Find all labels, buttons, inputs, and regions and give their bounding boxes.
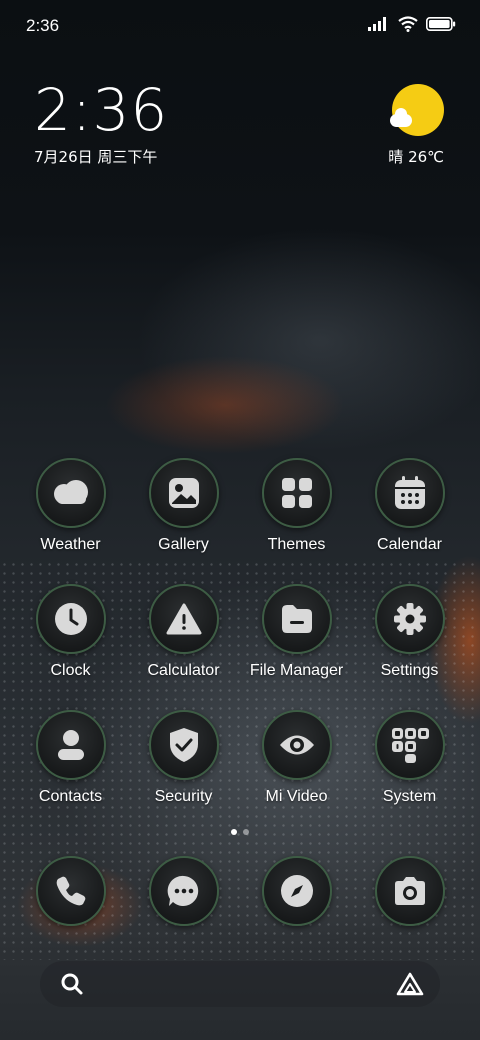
app-security[interactable]: Security xyxy=(127,710,240,806)
page-dot xyxy=(243,829,249,835)
signal-icon xyxy=(368,17,386,31)
dock-phone[interactable] xyxy=(14,856,127,926)
app-weather[interactable]: Weather xyxy=(14,458,127,554)
camera-icon xyxy=(374,856,445,926)
phone-icon xyxy=(35,856,106,926)
app-calendar[interactable]: Calendar xyxy=(353,458,466,554)
app-label: Clock xyxy=(50,662,91,679)
folder-icon xyxy=(261,584,332,654)
app-label: System xyxy=(382,788,437,805)
wifi-icon xyxy=(398,16,418,32)
weather-widget[interactable]: 晴 26℃ xyxy=(364,84,444,167)
shield-check-icon xyxy=(148,710,219,780)
clock-icon xyxy=(35,584,106,654)
system-folder-icon xyxy=(374,710,445,780)
themes-grid-icon xyxy=(261,458,332,528)
status-icons xyxy=(368,16,456,32)
calculator-warning-icon xyxy=(148,584,219,654)
app-calculator[interactable]: Calculator xyxy=(127,584,240,680)
app-system-folder[interactable]: System xyxy=(353,710,466,806)
search-bar[interactable] xyxy=(40,961,440,1007)
app-label: File Manager xyxy=(249,662,344,679)
search-icon xyxy=(61,973,83,995)
status-time: 2:36 xyxy=(26,16,60,35)
app-label: Themes xyxy=(267,536,326,553)
status-bar: 2:36 xyxy=(0,0,480,52)
app-label: Calendar xyxy=(377,536,442,553)
weather-summary: 晴 26℃ xyxy=(388,148,444,166)
app-label: Calculator xyxy=(147,662,220,679)
clock-widget[interactable]: 2:36 7月26日 周三下午 xyxy=(34,80,168,167)
widget-time: 2:36 xyxy=(34,76,169,144)
battery-icon xyxy=(426,17,456,31)
dock-messages[interactable] xyxy=(127,856,240,926)
app-label: Contacts xyxy=(38,788,103,805)
app-label: Mi Video xyxy=(265,788,328,805)
page-indicator xyxy=(0,829,480,835)
messages-icon xyxy=(148,856,219,926)
compass-browser-icon xyxy=(261,856,332,926)
app-settings[interactable]: Settings xyxy=(353,584,466,680)
app-label: Gallery xyxy=(158,536,209,553)
app-contacts[interactable]: Contacts xyxy=(14,710,127,806)
eye-icon xyxy=(261,710,332,780)
app-label: Weather xyxy=(40,536,101,553)
page-dot-active xyxy=(231,829,237,835)
widget-date: 7月26日 周三下午 xyxy=(34,148,158,166)
dock-browser[interactable] xyxy=(240,856,353,926)
app-mi-video[interactable]: Mi Video xyxy=(240,710,353,806)
assistant-icon[interactable] xyxy=(396,972,424,996)
app-label: Security xyxy=(154,788,213,805)
contact-person-icon xyxy=(35,710,106,780)
dock-camera[interactable] xyxy=(353,856,466,926)
weather-cloud-icon xyxy=(35,458,106,528)
app-file-manager[interactable]: File Manager xyxy=(240,584,353,680)
app-label: Settings xyxy=(380,662,439,679)
app-clock[interactable]: Clock xyxy=(14,584,127,680)
calendar-icon xyxy=(374,458,445,528)
gallery-icon xyxy=(148,458,219,528)
partly-sunny-icon xyxy=(390,84,444,136)
app-gallery[interactable]: Gallery xyxy=(127,458,240,554)
app-themes[interactable]: Themes xyxy=(240,458,353,554)
gear-icon xyxy=(374,584,445,654)
